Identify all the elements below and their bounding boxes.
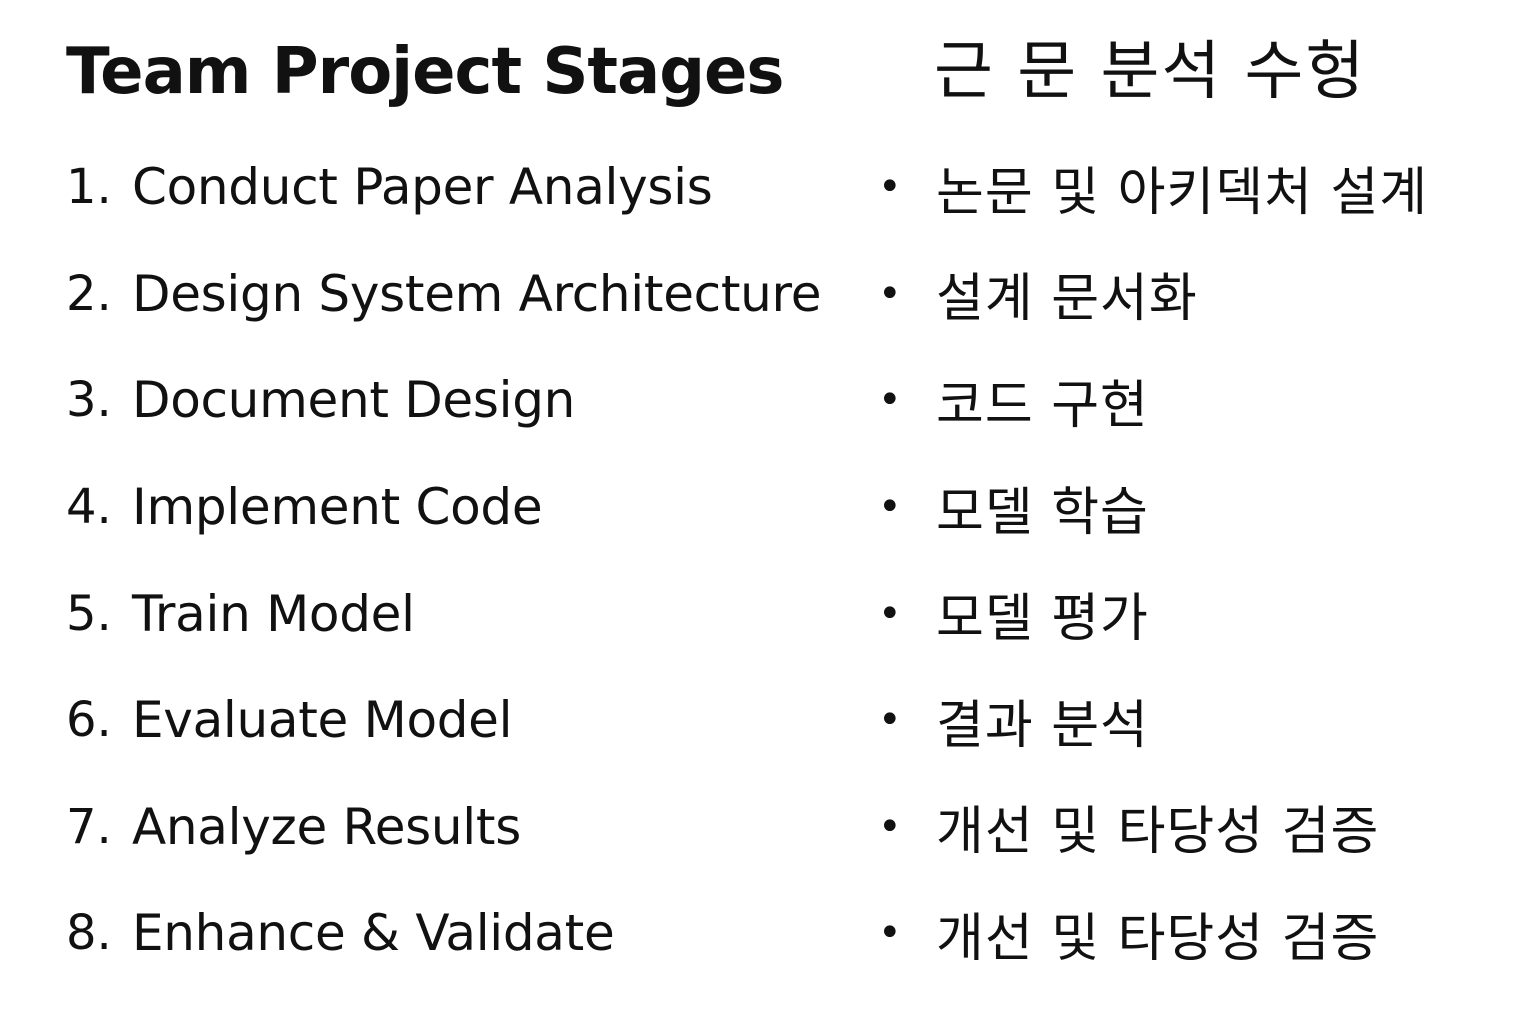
stages-title-korean: 근 문 분석 수헝: [934, 35, 1367, 109]
bullet-icon: •: [878, 697, 902, 744]
stage-label: Document Design: [132, 371, 576, 430]
korean-stage-label: 개선 및 타당성 검증: [936, 802, 1380, 863]
stage-number: 5.: [66, 585, 112, 642]
stage-number: 2.: [66, 265, 112, 322]
korean-stage-label: 모델 평가: [936, 589, 1149, 650]
stage-item-6: 6. Evaluate Model: [66, 667, 821, 774]
stages-list: 1. Conduct Paper Analysis 2. Design Syst…: [66, 134, 821, 987]
stage-label: Conduct Paper Analysis: [132, 158, 713, 217]
stage-number: 8.: [66, 905, 112, 962]
korean-stage-label: 논문 및 아키덱처 설계: [936, 162, 1429, 223]
stage-item-2: 2. Design System Architecture: [66, 241, 821, 348]
stage-number: 6.: [66, 692, 112, 749]
korean-stage-label: 개선 및 타당성 검증: [936, 908, 1380, 969]
stage-item-7: 7. Analyze Results: [66, 774, 821, 881]
stage-number: 7.: [66, 798, 112, 855]
korean-stage-item-3: • 코드 구현: [876, 347, 1428, 454]
stage-label: Analyze Results: [132, 797, 521, 856]
korean-stage-label: 코드 구현: [936, 375, 1149, 436]
korean-stage-item-8: • 개선 및 타당성 검증: [876, 880, 1428, 987]
bullet-icon: •: [878, 377, 902, 424]
bullet-icon: •: [878, 484, 902, 531]
stage-item-8: 8. Enhance & Validate: [66, 880, 821, 987]
bullet-icon: •: [878, 910, 902, 957]
stage-item-5: 5. Train Model: [66, 560, 821, 667]
korean-stage-label: 모델 학습: [936, 482, 1149, 543]
korean-stage-item-4: • 모델 학습: [876, 454, 1428, 561]
stage-number: 4.: [66, 479, 112, 536]
stage-number: 1.: [66, 159, 112, 216]
korean-stage-item-6: • 결과 분석: [876, 667, 1428, 774]
stage-label: Evaluate Model: [132, 691, 513, 750]
korean-stage-item-1: • 논문 및 아키덱처 설계: [876, 134, 1428, 241]
bullet-icon: •: [878, 164, 902, 211]
stage-label: Train Model: [132, 584, 415, 643]
stage-number: 3.: [66, 372, 112, 429]
bullet-icon: •: [878, 270, 902, 317]
stages-title: Team Project Stages: [66, 35, 784, 109]
korean-stage-label: 설계 문서화: [936, 269, 1198, 330]
stage-item-3: 3. Document Design: [66, 347, 821, 454]
stage-label: Design System Architecture: [132, 264, 822, 323]
stage-item-4: 4. Implement Code: [66, 454, 821, 561]
bullet-icon: •: [878, 803, 902, 850]
korean-stage-item-7: • 개선 및 타당성 검증: [876, 774, 1428, 881]
stages-list-korean: • 논문 및 아키덱처 설계 • 설계 문서화 • 코드 구현 • 모델 학습 …: [876, 134, 1428, 987]
stage-label: Implement Code: [132, 478, 543, 537]
stage-item-1: 1. Conduct Paper Analysis: [66, 134, 821, 241]
bullet-icon: •: [878, 590, 902, 637]
korean-stage-item-5: • 모델 평가: [876, 560, 1428, 667]
korean-stage-item-2: • 설계 문서화: [876, 241, 1428, 348]
stage-label: Enhance & Validate: [132, 904, 615, 963]
korean-stage-label: 결과 분석: [936, 695, 1149, 756]
